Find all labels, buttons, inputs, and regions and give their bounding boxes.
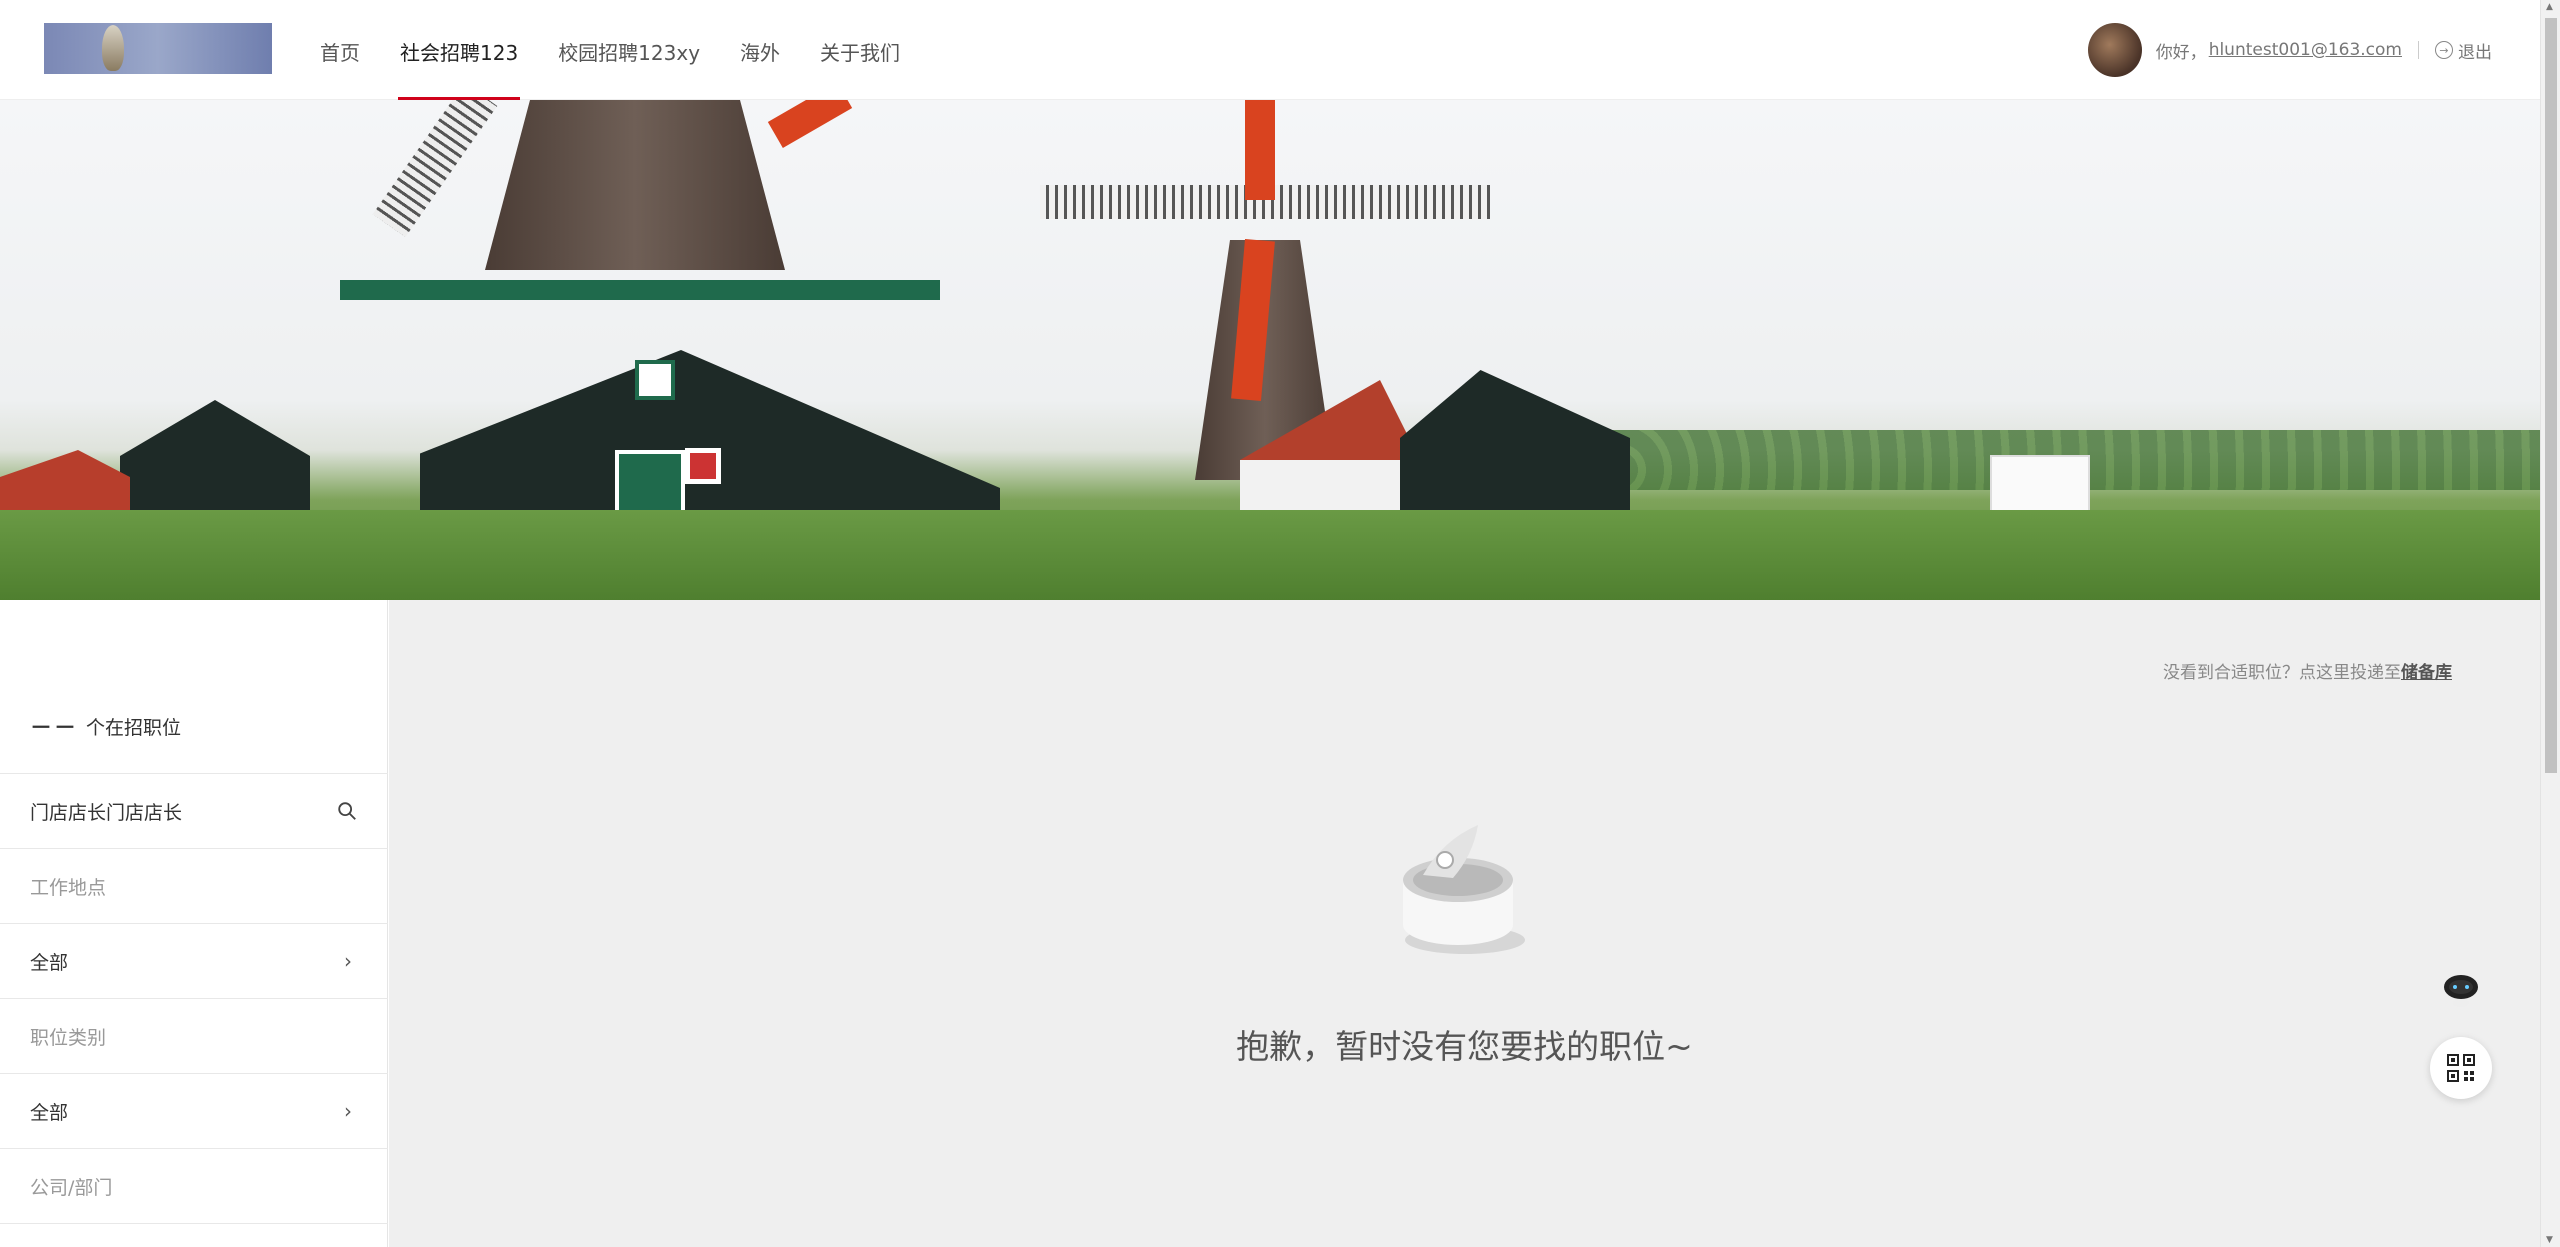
company-label: 公司/部门 [0,1148,388,1223]
main-nav: 首页 社会招聘123 校园招聘123xy 海外 关于我们 [300,0,920,100]
chevron-right-icon: › [344,949,352,973]
logout-button[interactable]: → 退出 [2435,38,2492,63]
empty-state-message: 抱歉，暂时没有您要找的职位~ [1236,1027,1693,1066]
search-icon[interactable] [336,800,358,822]
nav-social-recruitment[interactable]: 社会招聘123 [398,0,521,100]
page-scrollbar[interactable]: ▲ ▼ [2540,0,2560,1247]
nav-about-us[interactable]: 关于我们 [818,0,902,100]
user-email-link[interactable]: hluntest001@163.com [2209,40,2402,60]
robot-icon[interactable] [2441,970,2481,1010]
qr-code-icon [2447,1054,2475,1082]
search-input-value: 门店店长门店店长 [30,801,183,824]
job-count-value: －－ [30,716,79,741]
category-select[interactable]: 全部 › [0,1073,388,1148]
hero-banner-image [0,100,2540,600]
scrollbar-thumb[interactable] [2545,18,2557,773]
top-header: 首页 社会招聘123 校园招聘123xy 海外 关于我们 你好， hluntes… [0,0,2540,100]
scroll-up-icon[interactable]: ▲ [2546,2,2553,12]
filter-sidebar: －－ 个在招职位 门店店长门店店长 工作地点 全部 › 职位类别 全部 › 公司… [0,600,388,1247]
logout-icon: → [2435,41,2453,59]
talent-pool-tip: 没看到合适职位？点这里投递至储备库 [2163,658,2452,683]
job-count: －－ 个在招职位 [30,710,181,742]
job-count-label: 个在招职位 [86,716,182,739]
scroll-down-icon[interactable]: ▼ [2546,1235,2553,1245]
divider [2418,41,2419,59]
nav-overseas[interactable]: 海外 [738,0,782,100]
search-input[interactable]: 门店店长门店店长 [0,773,388,848]
nav-home[interactable]: 首页 [318,0,362,100]
company-select[interactable] [0,1223,388,1247]
category-value: 全部 [30,1101,69,1124]
location-value: 全部 [30,951,69,974]
company-logo[interactable] [44,23,272,74]
logout-label: 退出 [2458,42,2492,63]
avatar[interactable] [2087,23,2142,77]
empty-box-icon [1403,825,1525,954]
user-area: 你好， hluntest001@163.com → 退出 [2087,22,2492,78]
greeting-text: 你好， [2155,42,2207,63]
category-label: 职位类别 [0,998,388,1073]
nav-campus-recruitment[interactable]: 校园招聘123xy [556,0,702,100]
location-label: 工作地点 [0,848,388,923]
chevron-right-icon: › [344,1099,352,1123]
qr-code-button[interactable] [2430,1037,2492,1099]
talent-pool-link[interactable]: 储备库 [2401,663,2452,683]
location-select[interactable]: 全部 › [0,923,388,998]
tip-text: 没看到合适职位？点这里投递至 [2163,663,2401,683]
